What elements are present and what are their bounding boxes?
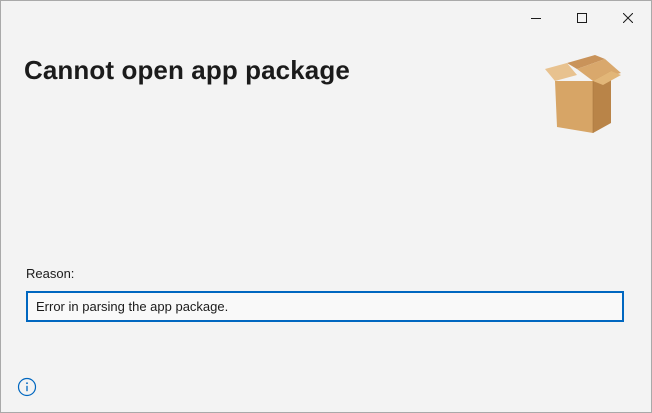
package-box-icon [545,55,621,133]
reason-label: Reason: [26,266,75,281]
maximize-icon [577,13,587,23]
minimize-button[interactable] [513,1,559,35]
info-button[interactable] [17,377,37,397]
minimize-icon [531,18,541,19]
close-button[interactable] [605,1,651,35]
app-installer-window: Cannot open app package Reason: Error in… [0,0,652,413]
close-icon [623,13,633,23]
reason-value: Error in parsing the app package. [36,299,229,314]
reason-text-field[interactable]: Error in parsing the app package. [26,291,624,322]
maximize-button[interactable] [559,1,605,35]
title-bar [1,1,651,35]
dialog-title: Cannot open app package [24,55,350,85]
info-icon [17,377,37,397]
